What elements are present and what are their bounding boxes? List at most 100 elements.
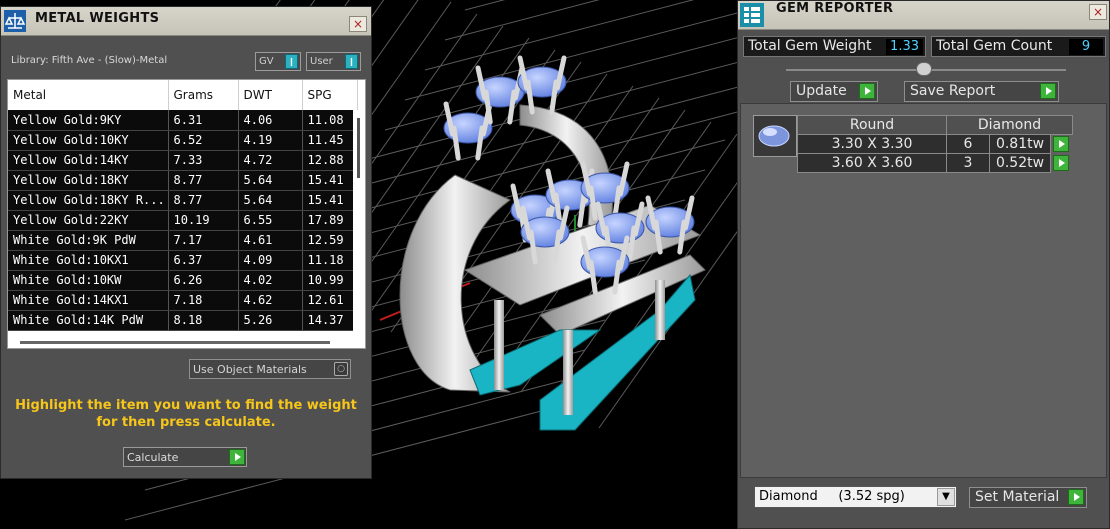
dwt: 4.19 xyxy=(238,130,303,151)
update-button[interactable]: Update xyxy=(790,81,878,102)
metal-table[interactable]: Metal Grams DWT SPG Yellow Gold:9KY 6.31 4… xyxy=(7,79,366,349)
gem-reporter-panel: GEM REPORTER × Total Gem Weight 1.33 Tot… xyxy=(737,0,1110,529)
metal-name: White Gold:10KX1 xyxy=(8,250,169,271)
gem-size: 3.30 X 3.30 xyxy=(797,134,947,154)
save-report-label: Save Report xyxy=(910,83,996,99)
grams: 10.19 xyxy=(168,210,239,231)
dwt: 4.61 xyxy=(238,230,303,251)
gem-list: Round Diamond 3.30 X 3.30 6 0.81tw 3.60 … xyxy=(740,103,1107,478)
set-material-button[interactable]: Set Material xyxy=(969,487,1087,508)
user-toggle[interactable]: User ❙ xyxy=(306,52,361,71)
dwt: 4.72 xyxy=(238,150,303,171)
spg: 17.89 xyxy=(302,210,358,231)
table-row[interactable]: Yellow Gold:10KY 6.52 4.19 11.45 xyxy=(8,130,358,151)
spg: 10.99 xyxy=(302,270,358,291)
spg: 12.61 xyxy=(302,290,358,311)
user-toggle-label: User xyxy=(310,56,333,67)
dwt: 5.64 xyxy=(238,170,303,191)
table-row[interactable]: White Gold:14KX1 7.18 4.62 12.61 xyxy=(8,290,358,311)
grams: 8.18 xyxy=(168,310,239,331)
scale-icon xyxy=(4,10,26,32)
spg: 12.88 xyxy=(302,150,358,171)
grams: 7.17 xyxy=(168,230,239,251)
use-object-materials-toggle[interactable]: Use Object Materials ○ xyxy=(189,359,351,379)
table-row[interactable]: White Gold:10KX1 6.37 4.09 11.18 xyxy=(8,250,358,271)
gem-count: 6 xyxy=(946,134,990,154)
total-gem-weight-label: Total Gem Weight xyxy=(748,38,872,54)
table-row[interactable]: Yellow Gold:14KY 7.33 4.72 12.88 xyxy=(8,150,358,171)
radio-icon[interactable]: ○ xyxy=(334,362,348,376)
spg: 15.41 xyxy=(302,170,358,191)
total-gem-count: Total Gem Count 9 xyxy=(931,36,1106,57)
dwt: 6.55 xyxy=(238,210,303,231)
grams: 6.26 xyxy=(168,270,239,291)
metal-name: Yellow Gold:18KY xyxy=(8,170,169,191)
vertical-scrollbar[interactable] xyxy=(353,110,365,338)
metal-name: White Gold:14KX1 xyxy=(8,290,169,311)
scrollbar-thumb[interactable] xyxy=(357,118,360,178)
play-icon[interactable] xyxy=(859,83,875,99)
close-icon[interactable]: × xyxy=(349,16,367,32)
spg: 11.08 xyxy=(302,110,358,131)
dwt: 4.09 xyxy=(238,250,303,271)
material-select-value: Diamond (3.52 spg) xyxy=(759,489,905,504)
gem-count: 3 xyxy=(946,153,990,173)
play-icon[interactable] xyxy=(1068,489,1084,505)
close-icon[interactable]: × xyxy=(1089,4,1107,20)
calculate-label: Calculate xyxy=(127,451,179,464)
table-header-row: Metal Grams DWT SPG xyxy=(8,80,358,110)
gem-weight: 0.81tw xyxy=(989,134,1051,154)
report-icon xyxy=(740,3,764,27)
table-row[interactable]: Yellow Gold:18KY 8.77 5.64 15.41 xyxy=(8,170,358,191)
metal-weights-panel: METAL WEIGHTS × Library: Fifth Ave - (Sl… xyxy=(0,6,372,479)
total-gem-count-label: Total Gem Count xyxy=(936,38,1053,54)
table-row[interactable]: Yellow Gold:18KY R... 8.77 5.64 15.41 xyxy=(8,190,358,211)
use-object-materials-label: Use Object Materials xyxy=(193,363,307,376)
play-icon[interactable] xyxy=(1053,155,1069,171)
gem-reporter-title: GEM REPORTER xyxy=(776,1,894,16)
material-select[interactable]: Diamond (3.52 spg) ▼ xyxy=(754,486,957,508)
grams: 6.52 xyxy=(168,130,239,151)
play-icon[interactable] xyxy=(1040,83,1056,99)
dwt: 5.64 xyxy=(238,190,303,211)
dwt: 4.62 xyxy=(238,290,303,311)
metal-name: White Gold:9K PdW xyxy=(8,230,169,251)
column-header-dwt[interactable]: DWT xyxy=(238,80,303,110)
scrollbar-thumb[interactable] xyxy=(20,341,330,344)
table-row[interactable]: White Gold:9K PdW 7.17 4.61 12.59 xyxy=(8,230,358,251)
metal-name: Yellow Gold:18KY R... xyxy=(8,190,169,211)
spg: 12.59 xyxy=(302,230,358,251)
grams: 6.37 xyxy=(168,250,239,271)
play-icon[interactable] xyxy=(229,449,245,465)
instruction-text: Highlight the item you want to find the … xyxy=(1,397,371,431)
table-row[interactable]: Yellow Gold:22KY 10.19 6.55 17.89 xyxy=(8,210,358,231)
column-header-metal[interactable]: Metal xyxy=(8,80,169,110)
total-gem-weight-value: 1.33 xyxy=(886,39,923,55)
horizontal-scrollbar[interactable] xyxy=(8,336,353,348)
table-row[interactable]: White Gold:14K PdW 8.18 5.26 14.37 xyxy=(8,310,358,331)
spg: 15.41 xyxy=(302,190,358,211)
round-gem-icon[interactable] xyxy=(753,115,797,157)
slider-handle[interactable] xyxy=(916,62,932,76)
save-report-button[interactable]: Save Report xyxy=(904,81,1059,102)
metal-name: Yellow Gold:9KY xyxy=(8,110,169,131)
library-label: Library: Fifth Ave - (Slow)-Metal xyxy=(11,55,168,66)
grams: 8.77 xyxy=(168,190,239,211)
update-label: Update xyxy=(796,83,847,99)
gem-reporter-titlebar[interactable]: GEM REPORTER × xyxy=(738,1,1109,30)
play-icon[interactable] xyxy=(1053,136,1069,152)
table-row[interactable]: Yellow Gold:9KY 6.31 4.06 11.08 xyxy=(8,110,358,131)
chevron-down-icon[interactable]: ▼ xyxy=(937,488,955,506)
gem-size: 3.60 X 3.60 xyxy=(797,153,947,173)
column-header-spg[interactable]: SPG xyxy=(302,80,358,110)
metal-weights-titlebar[interactable]: METAL WEIGHTS × xyxy=(1,7,371,36)
metal-name: Yellow Gold:22KY xyxy=(8,210,169,231)
column-header-grams[interactable]: Grams xyxy=(168,80,239,110)
grams: 7.33 xyxy=(168,150,239,171)
gv-toggle[interactable]: GV ❙ xyxy=(255,52,301,71)
calculate-button[interactable]: Calculate xyxy=(123,447,247,467)
table-row[interactable]: White Gold:10KW 6.26 4.02 10.99 xyxy=(8,270,358,291)
metal-name: Yellow Gold:14KY xyxy=(8,150,169,171)
total-gem-weight: Total Gem Weight 1.33 xyxy=(743,36,926,57)
toggle-knob-icon: ❙ xyxy=(345,54,358,69)
